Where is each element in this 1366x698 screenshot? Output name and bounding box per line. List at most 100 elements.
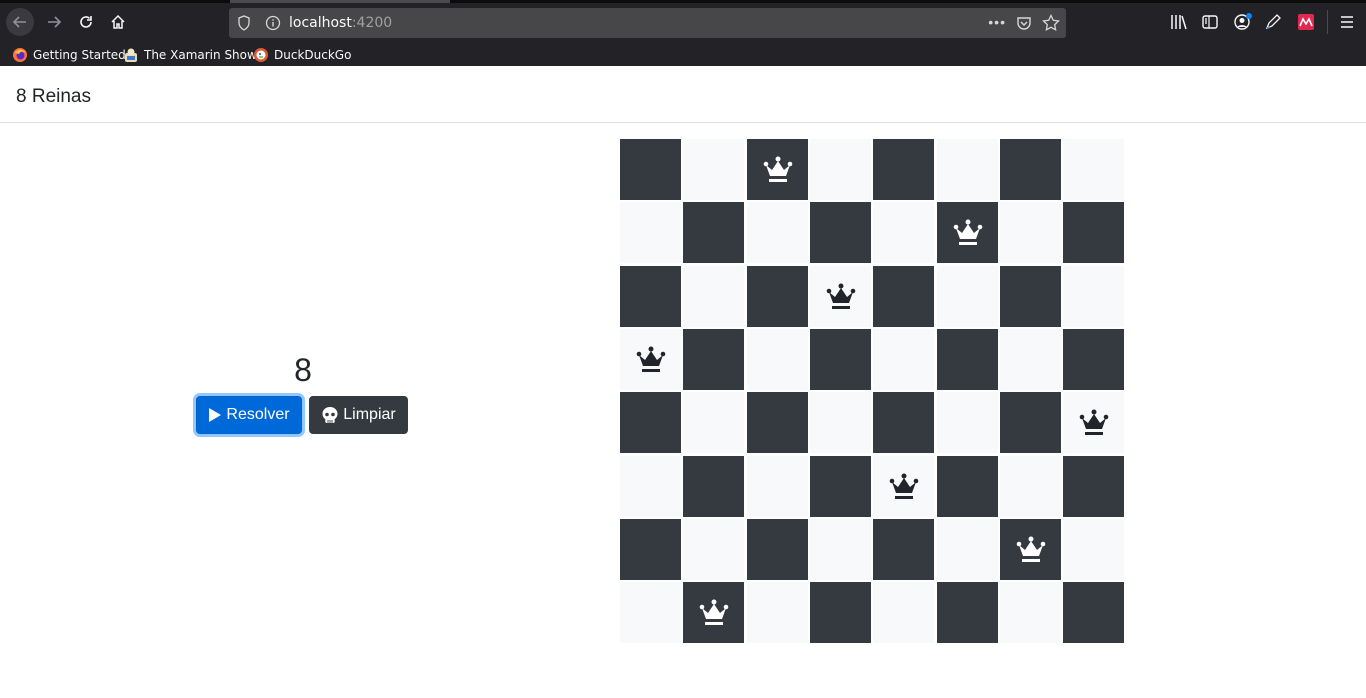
board-square[interactable] [1063, 392, 1124, 453]
board-square[interactable] [873, 329, 934, 390]
board-square[interactable] [937, 329, 998, 390]
solve-button-label: Resolver [226, 406, 290, 423]
board-square[interactable] [1000, 582, 1061, 643]
bookmark-star-icon[interactable] [1042, 14, 1060, 32]
board-square[interactable] [620, 392, 681, 453]
board-square[interactable] [937, 266, 998, 327]
clear-button-label: Limpiar [343, 406, 396, 423]
forward-button[interactable] [40, 8, 68, 36]
board-square[interactable] [1000, 202, 1061, 263]
board-square[interactable] [937, 139, 998, 200]
board-square[interactable] [620, 202, 681, 263]
queen-icon [1079, 409, 1108, 435]
board-square[interactable] [873, 139, 934, 200]
board-square[interactable] [1063, 329, 1124, 390]
board-square[interactable] [810, 139, 871, 200]
board-square[interactable] [810, 202, 871, 263]
board-square[interactable] [873, 456, 934, 517]
reload-button[interactable] [72, 8, 100, 36]
board-square[interactable] [683, 519, 744, 580]
home-button[interactable] [104, 8, 132, 36]
forward-arrow-icon [48, 16, 62, 28]
url-bar[interactable]: localhost:4200 ••• [229, 8, 1066, 38]
board-square[interactable] [1063, 139, 1124, 200]
board-square[interactable] [873, 202, 934, 263]
board-square[interactable] [620, 519, 681, 580]
queen-count: 8 [294, 352, 312, 388]
board-square[interactable] [620, 329, 681, 390]
tracking-shield-icon[interactable] [237, 15, 251, 31]
board-square[interactable] [620, 139, 681, 200]
board-square[interactable] [937, 456, 998, 517]
board-square[interactable] [747, 139, 808, 200]
board-square[interactable] [683, 456, 744, 517]
board-square[interactable] [1063, 519, 1124, 580]
home-icon [111, 14, 125, 29]
skull-icon [322, 407, 338, 423]
board-square[interactable] [1063, 266, 1124, 327]
queen-icon [1016, 536, 1045, 562]
extension-icon[interactable] [1297, 13, 1315, 31]
board-square[interactable] [810, 266, 871, 327]
hamburger-menu-icon[interactable] [1338, 13, 1356, 31]
board-square[interactable] [683, 582, 744, 643]
board-square[interactable] [1000, 519, 1061, 580]
board-square[interactable] [810, 456, 871, 517]
board-square[interactable] [620, 456, 681, 517]
board-square[interactable] [810, 519, 871, 580]
back-button[interactable] [6, 8, 34, 36]
board-square[interactable] [747, 519, 808, 580]
pocket-icon[interactable] [1016, 15, 1032, 31]
board-square[interactable] [810, 329, 871, 390]
board-square[interactable] [620, 582, 681, 643]
clear-button[interactable]: Limpiar [309, 396, 408, 434]
board-square[interactable] [747, 329, 808, 390]
board-square[interactable] [1000, 329, 1061, 390]
queen-icon [636, 346, 665, 372]
bookmark-xamarin-show[interactable]: The Xamarin Show [123, 46, 257, 64]
board-square[interactable] [873, 519, 934, 580]
board-square[interactable] [683, 139, 744, 200]
bookmark-label: DuckDuckGo [274, 48, 352, 62]
board-square[interactable] [683, 392, 744, 453]
board-square[interactable] [937, 519, 998, 580]
board-square[interactable] [937, 202, 998, 263]
reload-icon [80, 16, 92, 28]
page-actions-menu[interactable]: ••• [988, 14, 1006, 30]
board-square[interactable] [620, 266, 681, 327]
board-square[interactable] [747, 582, 808, 643]
page-title[interactable]: 8 Reinas [16, 86, 91, 108]
bookmark-duckduckgo[interactable]: DuckDuckGo [253, 46, 351, 64]
board-square[interactable] [1000, 392, 1061, 453]
sidebar-icon[interactable] [1201, 13, 1219, 31]
bookmark-getting-started[interactable]: Getting Started [12, 46, 126, 64]
board-square[interactable] [747, 266, 808, 327]
board-square[interactable] [747, 202, 808, 263]
site-info-icon[interactable] [265, 15, 281, 31]
board-square[interactable] [937, 582, 998, 643]
board-square[interactable] [1000, 456, 1061, 517]
dev-tools-pen-icon[interactable] [1264, 13, 1282, 31]
library-icon[interactable] [1170, 13, 1188, 31]
board-square[interactable] [747, 456, 808, 517]
board-square[interactable] [683, 202, 744, 263]
board-square[interactable] [810, 582, 871, 643]
board-square[interactable] [1000, 266, 1061, 327]
board-square[interactable] [810, 392, 871, 453]
board-square[interactable] [873, 392, 934, 453]
account-icon[interactable] [1233, 13, 1253, 31]
board-square[interactable] [683, 329, 744, 390]
board-square[interactable] [1063, 582, 1124, 643]
board-square[interactable] [873, 266, 934, 327]
board-square[interactable] [747, 392, 808, 453]
app-navbar: 8 Reinas [0, 66, 1366, 123]
solve-button[interactable]: Resolver [196, 396, 302, 434]
board-square[interactable] [1000, 139, 1061, 200]
board-square[interactable] [1063, 202, 1124, 263]
board-square[interactable] [683, 266, 744, 327]
active-tab-indicator [230, 0, 450, 3]
board-square[interactable] [873, 582, 934, 643]
url-text: localhost:4200 [289, 15, 392, 31]
board-square[interactable] [937, 392, 998, 453]
board-square[interactable] [1063, 456, 1124, 517]
